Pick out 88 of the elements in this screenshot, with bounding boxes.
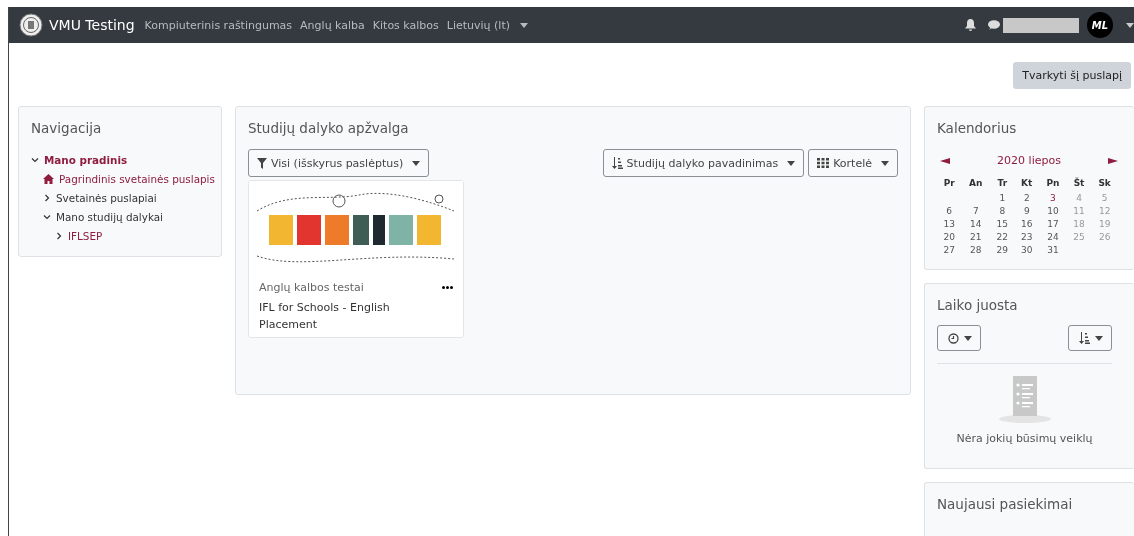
caret-icon [787, 160, 796, 166]
calendar-day: 4 [1076, 192, 1082, 203]
caret-icon [1095, 335, 1103, 341]
calendar-day: 14 [970, 218, 982, 229]
nav-link[interactable]: Kitos kalbos [372, 18, 439, 32]
calendar-day: 23 [1021, 231, 1033, 242]
filter-icon [257, 157, 267, 169]
sort-icon [611, 157, 623, 169]
clock-icon [948, 332, 959, 344]
calendar-day[interactable]: 3 [1050, 192, 1056, 203]
nav-item[interactable]: Svetainės puslapiai [56, 191, 157, 204]
calendar-day: 30 [1021, 244, 1033, 255]
block-title: Studijų dalyko apžvalga [248, 120, 410, 136]
edit-page-button[interactable]: Tvarkyti šį puslapį [1013, 62, 1131, 89]
chevron-down-icon[interactable] [43, 212, 51, 221]
site-brand[interactable]: VMU Testing [49, 17, 135, 33]
next-month-icon[interactable] [1108, 157, 1118, 164]
nav-link[interactable]: Lietuvių (lt) [446, 18, 528, 32]
nav-item[interactable]: IFLSEP [68, 229, 103, 242]
weekday-label: Kt [1021, 178, 1033, 188]
calendar-day: 18 [1073, 218, 1085, 229]
calendar-day: 26 [1098, 231, 1111, 242]
calendar-day: 20 [943, 231, 955, 242]
block-title: Naujausi pasiekimai [937, 496, 1074, 512]
seal-logo-icon [19, 13, 43, 37]
calendar-day: 9 [1023, 205, 1030, 216]
calendar-day: 17 [1047, 218, 1059, 229]
calendar-day: 12 [1098, 205, 1111, 216]
grid-icon [817, 158, 830, 168]
calendar-day: 27 [943, 244, 955, 255]
calendar-day: 11 [1073, 205, 1085, 216]
month-title: 2020 liepos [997, 154, 1061, 167]
weekday-label: Tr [997, 178, 1008, 188]
weekday-label: Št [1073, 178, 1085, 188]
calendar-day: 13 [943, 218, 955, 229]
block-title: Kalendorius [937, 120, 1018, 136]
caret-icon [412, 160, 421, 166]
filter-dropdown[interactable]: Visi (išskyrus paslėptus) [248, 149, 430, 177]
nav-item[interactable]: Mano pradinis [44, 153, 128, 166]
calendar-day: 7 [972, 205, 979, 216]
calendar-day: 22 [996, 231, 1008, 242]
bell-icon[interactable] [965, 19, 976, 31]
calendar-day: 25 [1073, 231, 1085, 242]
calendar-day: 6 [946, 205, 953, 216]
calendar-day: 29 [996, 244, 1008, 255]
caret-icon [964, 335, 972, 341]
block-title: Laiko juosta [937, 297, 1019, 313]
weekday-label: Pr [943, 178, 955, 188]
calendar-day: 24 [1047, 231, 1059, 242]
course-card[interactable]: Anglų kalbos testai IFL for Schools - English Placement [248, 180, 464, 338]
sort-dropdown[interactable]: Studijų dalyko pavadinimas [602, 149, 805, 177]
calendar-day: 21 [970, 231, 982, 242]
block-title: Navigacija [31, 120, 103, 136]
calendar-day: 10 [1047, 205, 1059, 216]
sort-icon [1079, 332, 1090, 344]
course-category: Anglų kalbos testai [259, 280, 364, 294]
caret-icon [881, 160, 889, 166]
empty-message: Nėra jokių būsimų veiklų [956, 432, 1093, 445]
time-filter-dropdown[interactable] [937, 325, 981, 351]
weekday-label: Pn [1046, 178, 1060, 188]
calendar-day: 31 [1047, 244, 1059, 255]
home-icon [43, 173, 54, 184]
caret-icon[interactable] [1126, 22, 1134, 28]
chevron-down-icon[interactable] [31, 155, 39, 164]
chevron-right-icon[interactable] [43, 193, 51, 202]
weekday-label: An [969, 178, 983, 188]
previous-month-icon[interactable] [940, 157, 950, 164]
calendar-day: 2 [1023, 192, 1030, 203]
sort-dropdown[interactable] [1068, 325, 1112, 351]
calendar-day: 28 [970, 244, 982, 255]
course-name[interactable]: IFL for Schools - English Placement [259, 299, 409, 333]
nav-item[interactable]: Pagrindinis svetainės puslapis [59, 172, 215, 185]
view-dropdown[interactable]: Kortelė [808, 149, 898, 177]
nav-link[interactable]: Anglų kalba [300, 18, 365, 32]
speech-bubble-icon[interactable] [988, 20, 1000, 30]
weekday-label: Sk [1098, 178, 1111, 188]
calendar-day: 8 [999, 205, 1006, 216]
calendar-day: 1 [999, 192, 1006, 203]
more-icon[interactable] [442, 285, 453, 289]
calendar-day: 15 [996, 218, 1008, 229]
nav-item[interactable]: Mano studijų dalykai [56, 210, 163, 223]
calendar-day: 19 [1098, 218, 1111, 229]
nav-link[interactable]: Kompiuterinis raštingumas [144, 18, 293, 32]
chevron-right-icon[interactable] [55, 231, 63, 240]
calendar-day: 16 [1021, 218, 1033, 229]
empty-list-icon [996, 376, 1053, 424]
calendar-day: 5 [1101, 192, 1108, 203]
user-avatar[interactable]: ML [1087, 12, 1113, 38]
